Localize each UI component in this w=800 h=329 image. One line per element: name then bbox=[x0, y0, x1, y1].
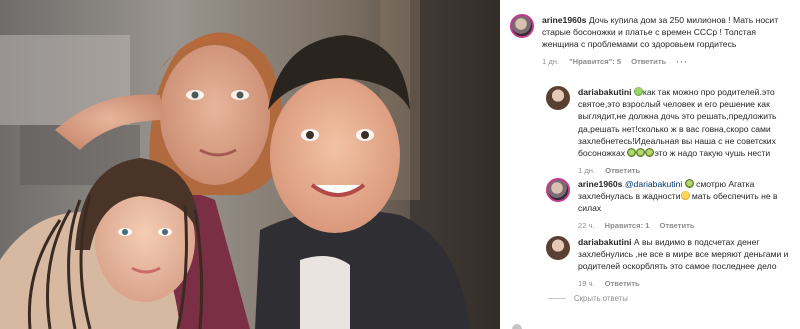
avatar bbox=[512, 324, 522, 329]
avatar[interactable] bbox=[546, 178, 570, 202]
family-photo bbox=[0, 0, 500, 329]
comment-meta: 19 ч. Ответить bbox=[578, 279, 790, 289]
hide-replies-label: Скрыть ответы bbox=[574, 294, 628, 303]
reply-button[interactable]: Ответить bbox=[605, 166, 640, 176]
comment-body: arine1960s Дочь купила дом за 250 милион… bbox=[542, 14, 787, 67]
comment-text: arine1960s Дочь купила дом за 250 милион… bbox=[542, 14, 787, 51]
comment-body: arine1960s @dariabakutini смотрю Агатка … bbox=[578, 178, 790, 231]
laughing-emoji-icon bbox=[684, 179, 694, 188]
comments-panel: arine1960s Дочь купила дом за 250 милион… bbox=[500, 0, 800, 329]
comment-username[interactable]: dariabakutini bbox=[578, 237, 631, 247]
comment-username[interactable]: arine1960s bbox=[578, 179, 622, 189]
reply-button[interactable]: Ответить bbox=[659, 221, 694, 231]
comment-meta: 1 дн. "Нравится": 5 Ответить ··· bbox=[542, 57, 787, 67]
comment-time: 19 ч. bbox=[578, 278, 595, 288]
comment-item: dariabakutini как так можно про родителе… bbox=[546, 86, 796, 176]
comment-username[interactable]: arine1960s bbox=[542, 15, 586, 25]
comment-body: dariabakutini как так можно про родителе… bbox=[578, 86, 790, 176]
reply-button[interactable]: Ответить bbox=[631, 57, 666, 67]
comment-meta: 1 дн. Ответить bbox=[578, 166, 790, 176]
sad-emoji-icon bbox=[680, 191, 690, 201]
divider-line bbox=[548, 298, 566, 299]
comment-username[interactable]: dariabakutini bbox=[578, 87, 631, 97]
emoji-icon bbox=[633, 87, 643, 96]
avatar[interactable] bbox=[510, 14, 534, 38]
avatar[interactable] bbox=[546, 86, 570, 110]
comment-text: arine1960s @dariabakutini смотрю Агатка … bbox=[578, 178, 790, 215]
more-options-icon[interactable]: ··· bbox=[676, 57, 688, 67]
avatar[interactable] bbox=[546, 236, 570, 260]
comment-message-end: это ж надо такую чушь нести bbox=[654, 148, 771, 159]
likes-count[interactable]: "Нравится": 5 bbox=[569, 57, 621, 67]
laughing-emoji-icon bbox=[627, 148, 637, 158]
comment-text: dariabakutini как так можно про родителе… bbox=[578, 86, 790, 159]
likes-count[interactable]: Нравится: 1 bbox=[605, 221, 650, 231]
comment-item: arine1960s Дочь купила дом за 250 милион… bbox=[510, 14, 795, 67]
comment-meta: 22 ч. Нравится: 1 Ответить bbox=[578, 221, 790, 231]
comment-time: 22 ч. bbox=[578, 220, 595, 230]
comment-text: dariabakutini А вы видимо в подсчетах де… bbox=[578, 236, 790, 273]
comment-time: 1 дн. bbox=[542, 56, 560, 66]
comment-item: arine1960s @dariabakutini смотрю Агатка … bbox=[546, 178, 796, 231]
comment-body: dariabakutini А вы видимо в подсчетах де… bbox=[578, 236, 790, 289]
post-photo bbox=[0, 0, 500, 329]
reply-button[interactable]: Ответить bbox=[605, 279, 640, 289]
mention-link[interactable]: @dariabakutini bbox=[625, 179, 682, 189]
comment-time: 1 дн. bbox=[578, 166, 596, 176]
comment-item: dariabakutini А вы видимо в подсчетах де… bbox=[546, 236, 796, 289]
laughing-emoji-icon bbox=[636, 148, 646, 158]
hide-replies-button[interactable]: Скрыть ответы bbox=[548, 294, 628, 303]
